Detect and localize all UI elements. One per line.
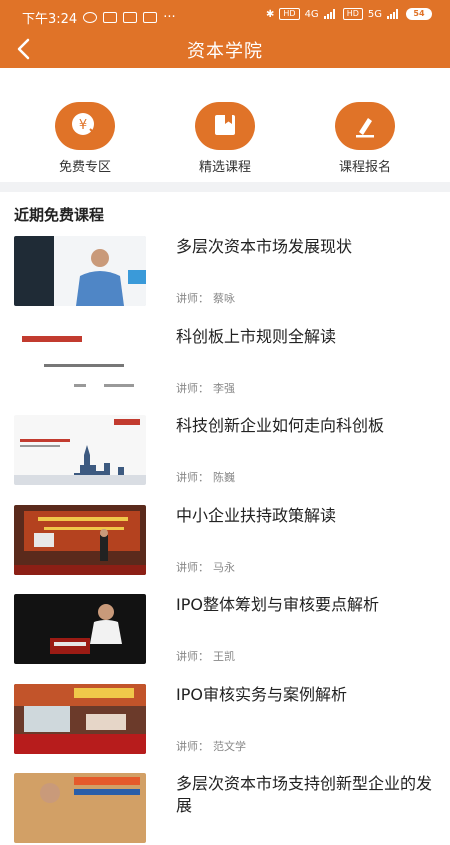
course-title: IPO整体筹划与审核要点解析 — [176, 595, 379, 614]
lecturer-name: 李强 — [213, 382, 235, 395]
nav-bar: 资本学院 — [0, 32, 450, 68]
course-thumbnail — [14, 236, 146, 306]
yen-check-icon: ¥ — [55, 102, 115, 150]
quick-link-free[interactable]: ¥ 免费专区 — [30, 102, 140, 175]
battery-icon: 54 — [406, 8, 432, 20]
course-lecturer: 讲师： 李强 — [176, 380, 235, 396]
signal-icon — [387, 9, 398, 19]
lecturer-name: 陈巍 — [213, 471, 235, 484]
course-thumbnail — [14, 594, 146, 664]
course-item[interactable]: IPO整体筹划与审核要点解析 讲师： 王凯 — [14, 594, 436, 666]
course-lecturer: 讲师： 蔡咏 — [176, 290, 235, 306]
course-item[interactable]: 中小企业扶持政策解读 讲师： 马永 — [14, 505, 436, 577]
course-lecturer: 讲师： 王凯 — [176, 648, 235, 664]
app-notification-icon — [103, 12, 118, 23]
top-bar: 下午3:24 ··· ✱ HD 4G HD 5G 54 资本学院 — [0, 0, 450, 68]
section-title: 近期免费课程 — [14, 206, 105, 224]
quick-link-label: 课程报名 — [338, 160, 391, 175]
course-thumbnail — [14, 684, 146, 754]
lecturer-name: 王凯 — [213, 650, 235, 663]
course-title: 多层次资本市场发展现状 — [176, 237, 353, 256]
course-item[interactable]: IPO审核实务与案例解析 讲师： 范文学 — [14, 684, 436, 756]
course-title: 多层次资本市场支持创新型企业的发展 — [176, 774, 433, 815]
quick-link-signup[interactable]: 课程报名 — [310, 102, 420, 175]
quick-link-courses[interactable]: 精选课程 — [170, 102, 280, 175]
network-badge: HD — [342, 8, 363, 20]
course-thumbnail — [14, 505, 146, 575]
quick-links: ¥ 免费专区 精选课程 课程报名 — [0, 68, 450, 180]
course-lecturer: 讲师： 陈巍 — [176, 469, 235, 485]
alarm-icon — [83, 12, 98, 23]
course-item[interactable]: 多层次资本市场支持创新型企业的发展 — [14, 773, 436, 845]
network-type: 5G — [367, 8, 382, 20]
edit-icon — [335, 102, 395, 150]
lecturer-label: 讲师： — [176, 471, 209, 484]
page-title: 资本学院 — [187, 41, 263, 62]
course-thumbnail — [14, 415, 146, 485]
lecturer-name: 蔡咏 — [213, 292, 235, 305]
quick-link-label: 免费专区 — [58, 160, 111, 175]
book-icon — [195, 102, 255, 150]
app-notification-icon — [143, 12, 158, 23]
bluetooth-icon: ✱ — [265, 8, 275, 20]
svg-text:¥: ¥ — [79, 118, 87, 133]
network-type: 4G — [304, 8, 319, 20]
course-title: 科创板上市规则全解读 — [176, 327, 337, 346]
app-notification-icon — [123, 12, 138, 23]
section-divider — [0, 182, 450, 192]
lecturer-label: 讲师： — [176, 292, 209, 305]
course-lecturer: 讲师： 范文学 — [176, 738, 246, 754]
signal-icon — [323, 9, 335, 19]
status-time: 下午3:24 — [22, 12, 78, 27]
course-item[interactable]: 多层次资本市场发展现状 讲师： 蔡咏 — [14, 236, 436, 308]
course-thumbnail — [14, 326, 146, 396]
more-notifications-icon: ··· — [163, 10, 176, 25]
lecturer-label: 讲师： — [176, 382, 209, 395]
course-item[interactable]: 科创板上市规则全解读 讲师： 李强 — [14, 326, 436, 398]
course-item[interactable]: 科技创新企业如何走向科创板 讲师： 陈巍 — [14, 415, 436, 487]
course-thumbnail — [14, 773, 146, 843]
lecturer-name: 范文学 — [213, 740, 246, 753]
lecturer-label: 讲师： — [176, 561, 209, 574]
network-badge: HD — [279, 8, 300, 20]
course-title: 科技创新企业如何走向科创板 — [176, 416, 385, 435]
lecturer-label: 讲师： — [176, 650, 209, 663]
course-lecturer: 讲师： 马永 — [176, 559, 235, 575]
status-bar: 下午3:24 ··· ✱ HD 4G HD 5G 54 — [0, 0, 450, 32]
course-title: 中小企业扶持政策解读 — [176, 506, 337, 525]
lecturer-name: 马永 — [213, 561, 235, 574]
lecturer-label: 讲师： — [176, 740, 209, 753]
quick-link-label: 精选课程 — [198, 160, 251, 175]
course-title: IPO审核实务与案例解析 — [176, 685, 347, 704]
